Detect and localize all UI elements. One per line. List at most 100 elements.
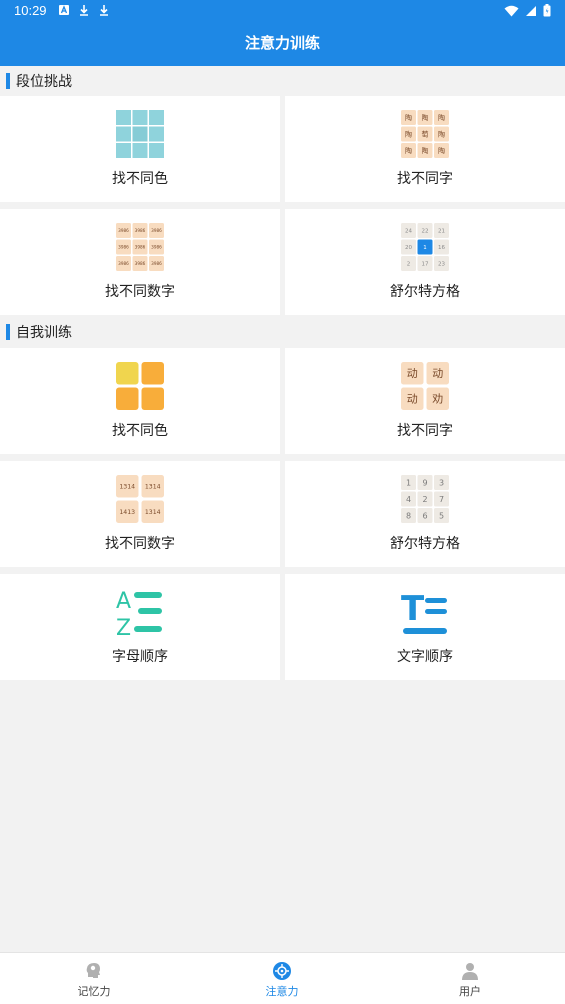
nav-label: 注意力 [265,986,299,998]
status-time: 10:29 [14,3,47,18]
letter-t: T [401,589,425,629]
grid-cell-text: 1413 [119,509,135,516]
card-schulte-grid[interactable]: 24 22 21 20 1 16 2 17 23 舒尔特方格 [285,209,565,315]
card-letter-order[interactable]: A Z 字母顺序 [0,574,280,680]
grid-cell-text: 21 [438,228,445,234]
grid-cell-text: 20 [405,245,412,251]
card-label: 找不同数字 [105,535,175,551]
grid-cell-text: 陶 [405,113,412,122]
nav-item-attention[interactable]: 注意力 [188,953,376,1004]
grid-cell-text: 3986 [151,245,162,250]
card-find-different-color[interactable]: 找不同色 [0,96,280,202]
download-icon [80,5,88,16]
schulte-grid-icon: 24 22 21 20 1 16 2 17 23 [401,223,449,271]
card-label: 找不同字 [397,170,453,186]
character-grid-icon: 陶陶陶陶萄陶陶陶陶 [401,110,449,158]
card-label: 舒尔特方格 [390,283,460,299]
text-order-icon: T [401,589,447,634]
status-bar: 10:29 [0,0,565,24]
grid-cell-text: 3986 [135,261,146,266]
card-find-different-character[interactable]: 动动动劝 找不同字 [285,348,565,454]
grid-cell-text: 3986 [135,228,146,233]
card-label: 找不同字 [397,422,453,438]
grid-cell-text: 动 [407,367,418,380]
grid-cell-text: 1 [406,478,411,487]
page-title: 注意力训练 [244,35,320,52]
section-accent-bar [6,324,10,340]
grid-cell-text: 陶 [422,146,429,155]
number-grid-icon: 3986 3986 3986 3986 3986 3986 3986 3986 3986 [116,223,164,271]
color-grid-icon [116,110,164,158]
nav-label: 用户 [459,986,481,998]
grid-cell-text: 9 [422,478,427,487]
grid-cell-text: 5 [439,511,444,520]
grid-cell-text: 动 [407,393,418,406]
wifi-icon [504,5,519,16]
grid-cell-text: 陶 [405,146,412,155]
card-label: 找不同数字 [105,283,175,299]
nav-item-memory[interactable]: 记忆力 [0,953,188,1004]
grid-cell-text: 4 [406,495,411,504]
grid-cell-text: 1314 [145,483,161,490]
grid-cell-text: 6 [422,511,427,520]
grid-cell-text: 3986 [118,261,129,266]
grid-cell-text: 3986 [151,228,162,233]
signal-icon [526,5,536,16]
bottom-nav: 记忆力 注意力 用户 [0,952,565,1004]
card-label: 找不同色 [112,170,168,186]
grid-cell-text: 1314 [119,483,135,490]
app-bar: 注意力训练 [0,24,565,66]
card-label: 找不同色 [112,422,168,438]
grid-cell-text: 16 [438,245,445,251]
grid-cell-text: 17 [422,261,429,267]
grid-cell-text: 23 [438,261,445,267]
letter-a: A [116,589,131,614]
grid-cell-text: 陶 [405,130,412,139]
section-header-rank-challenge: 段位挑战 [0,66,565,96]
grid-cell-text: 3986 [118,245,129,250]
grid-cell-text: 2 [407,261,411,267]
target-icon [273,962,291,980]
grid-cell-text: 动 [432,367,443,380]
grid-cell-text: 劝 [432,392,443,406]
grid-cell-text: 3986 [151,261,162,266]
card-find-different-number[interactable]: 3986 3986 3986 3986 3986 3986 3986 3986 3986 找不同… [0,209,280,315]
download-icon [100,5,108,16]
section-header-self-training: 自我训练 [0,317,565,347]
grid-cell-text: 1314 [145,509,161,516]
letter-z: Z [116,616,131,636]
grid-cell-text: 8 [406,511,411,520]
section-title: 自我训练 [16,324,72,340]
card-text-order[interactable]: T 文字顺序 [285,574,565,680]
section-accent-bar [6,73,10,89]
grid-cell-text: 陶 [438,130,445,139]
grid-cell-text: 萄 [422,130,429,139]
card-find-different-number[interactable]: 1314 1314 1413 1314 找不同数字 [0,461,280,567]
grid-cell-text: 24 [405,228,412,234]
card-find-different-color[interactable]: 找不同色 [0,348,280,454]
grid-cell-text: 3 [439,478,444,487]
grid-cell-text: 22 [422,228,429,234]
schulte-grid-icon: 1 9 3 4 2 7 8 6 5 [401,475,449,523]
character-grid-icon: 动动动劝 [401,362,449,410]
user-icon [462,963,478,980]
grid-cell-text: 陶 [438,146,445,155]
grid-cell-text: 陶 [438,113,445,122]
nav-label: 记忆力 [77,986,111,998]
grid-cell-text: 2 [422,495,427,504]
grid-cell-text: 3986 [135,245,146,250]
brain-head-icon [86,963,100,978]
card-label: 文字顺序 [397,648,453,664]
grid-cell-text: 3986 [118,228,129,233]
letter-order-icon: A Z [116,589,162,636]
card-label: 舒尔特方格 [390,535,460,551]
section-title: 段位挑战 [16,73,72,89]
number-grid-icon: 1314 1314 1413 1314 [116,475,164,523]
card-find-different-character[interactable]: 陶陶陶陶萄陶陶陶陶 找不同字 [285,96,565,202]
nav-item-user[interactable]: 用户 [376,953,564,1004]
card-schulte-grid[interactable]: 1 9 3 4 2 7 8 6 5 舒尔特方格 [285,461,565,567]
grid-cell-text: 7 [439,495,444,504]
grid-cell-text: 1 [423,245,427,251]
battery-icon [543,4,551,17]
grid-cell-text: 陶 [422,113,429,122]
